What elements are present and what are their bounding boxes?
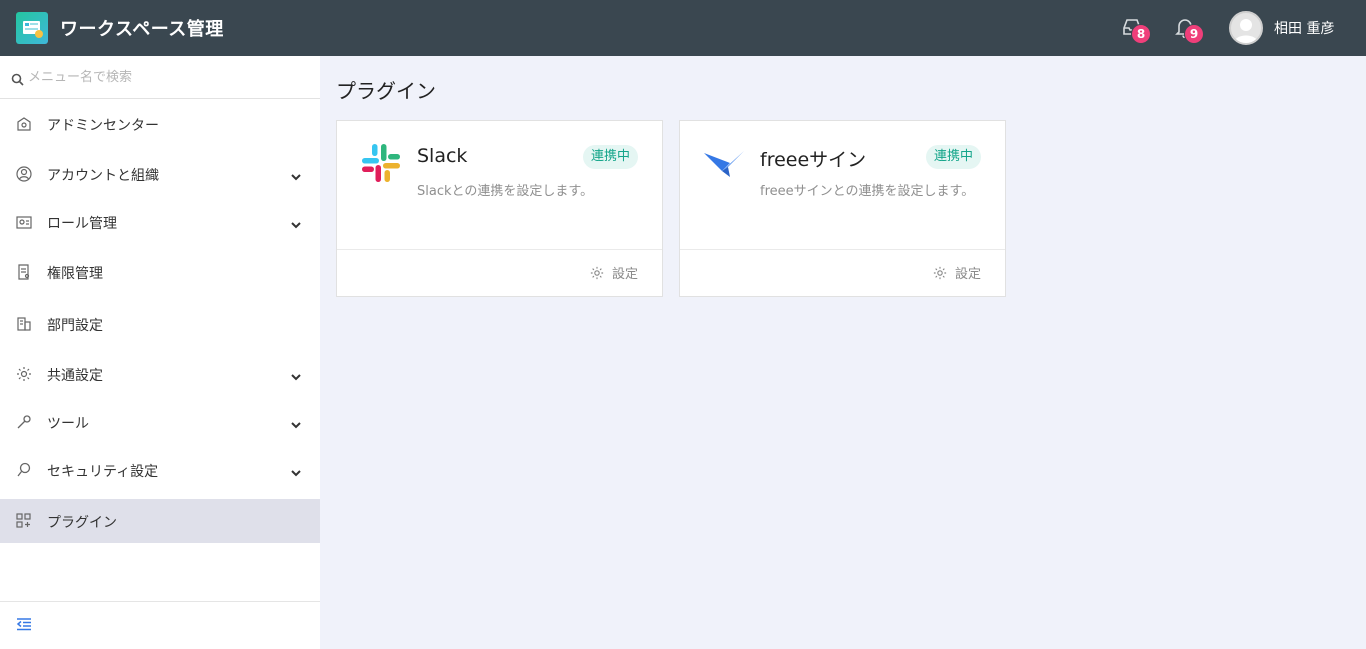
chevron-down-icon: [290, 416, 302, 429]
gear-icon: [933, 266, 947, 279]
sidebar: アドミンセンター アカウントと組織 ロール管理 権限管理 部門設定: [0, 56, 320, 649]
plugin-grid-icon: [16, 513, 32, 529]
sidebar-item-roles[interactable]: ロール管理: [0, 200, 320, 244]
chevron-down-icon: [290, 464, 302, 477]
user-circle-icon: [16, 166, 32, 182]
chevron-down-icon: [290, 216, 302, 229]
freee-sign-logo-icon: [702, 141, 746, 185]
building-icon: [16, 116, 32, 132]
bell-icon[interactable]: 9: [1174, 16, 1204, 44]
card-divider: [337, 249, 662, 250]
card-divider: [680, 249, 1005, 250]
app-logo-icon[interactable]: [16, 12, 48, 44]
plugin-card-slack: Slack 連携中 Slackとの連携を設定します。 設定: [336, 120, 663, 297]
settings-label: 設定: [611, 267, 638, 282]
id-card-icon: [16, 214, 32, 230]
sidebar-item-plugins[interactable]: プラグイン: [0, 499, 320, 543]
document-key-icon: [16, 264, 32, 280]
wrench-icon: [16, 414, 32, 430]
status-badge: 連携中: [925, 145, 981, 169]
collapse-sidebar-icon[interactable]: [16, 616, 32, 635]
sidebar-item-label: 権限管理: [47, 266, 103, 282]
page-title: プラグイン: [336, 79, 436, 103]
menu-search-input[interactable]: [28, 66, 308, 88]
avatar[interactable]: [1229, 11, 1263, 45]
app-title: ワークスペース管理: [60, 19, 224, 40]
gear-icon: [590, 266, 604, 279]
plugin-name: freeeサイン: [760, 149, 867, 171]
office-icon: [16, 316, 32, 332]
top-header: ワークスペース管理 8 9 相田 重彦: [0, 0, 1366, 56]
sidebar-item-common-settings[interactable]: 共通設定: [0, 352, 320, 396]
plugin-settings-button[interactable]: 設定: [590, 263, 638, 282]
sidebar-item-permissions[interactable]: 権限管理: [0, 250, 320, 294]
inbox-count-badge: 8: [1131, 24, 1151, 44]
plugin-description: Slackとの連携を設定します。: [417, 184, 594, 199]
plugin-card-freee-sign: freeeサイン 連携中 freeeサインとの連携を設定します。 設定: [679, 120, 1006, 297]
slack-logo-icon: [359, 141, 403, 185]
sidebar-item-security[interactable]: セキュリティ設定: [0, 448, 320, 492]
user-name[interactable]: 相田 重彦: [1274, 18, 1334, 38]
magnifier-icon: [16, 462, 32, 478]
sidebar-item-label: 共通設定: [47, 368, 103, 384]
settings-label: 設定: [954, 267, 981, 282]
inbox-icon[interactable]: 8: [1121, 16, 1151, 44]
gear-icon: [16, 366, 32, 382]
sidebar-item-tools[interactable]: ツール: [0, 400, 320, 444]
sidebar-item-admin-center[interactable]: アドミンセンター: [0, 102, 320, 146]
chevron-down-icon: [290, 168, 302, 181]
sidebar-item-label: アカウントと組織: [47, 168, 159, 184]
sidebar-footer: [0, 601, 320, 649]
sidebar-item-label: アドミンセンター: [47, 118, 159, 134]
sidebar-item-label: 部門設定: [47, 318, 103, 334]
menu-search: [0, 56, 320, 99]
sidebar-item-label: ツール: [47, 416, 89, 432]
sidebar-item-label: プラグイン: [47, 515, 117, 531]
sidebar-item-departments[interactable]: 部門設定: [0, 302, 320, 346]
plugin-settings-button[interactable]: 設定: [933, 263, 981, 282]
sidebar-item-label: ロール管理: [47, 216, 117, 232]
plugin-name: Slack: [417, 145, 468, 167]
plugin-description: freeeサインとの連携を設定します。: [760, 184, 975, 199]
notification-count-badge: 9: [1184, 24, 1204, 44]
sidebar-item-label: セキュリティ設定: [47, 464, 159, 480]
sidebar-item-accounts[interactable]: アカウントと組織: [0, 152, 320, 196]
status-badge: 連携中: [582, 145, 638, 169]
search-icon: [11, 71, 24, 90]
chevron-down-icon: [290, 368, 302, 381]
